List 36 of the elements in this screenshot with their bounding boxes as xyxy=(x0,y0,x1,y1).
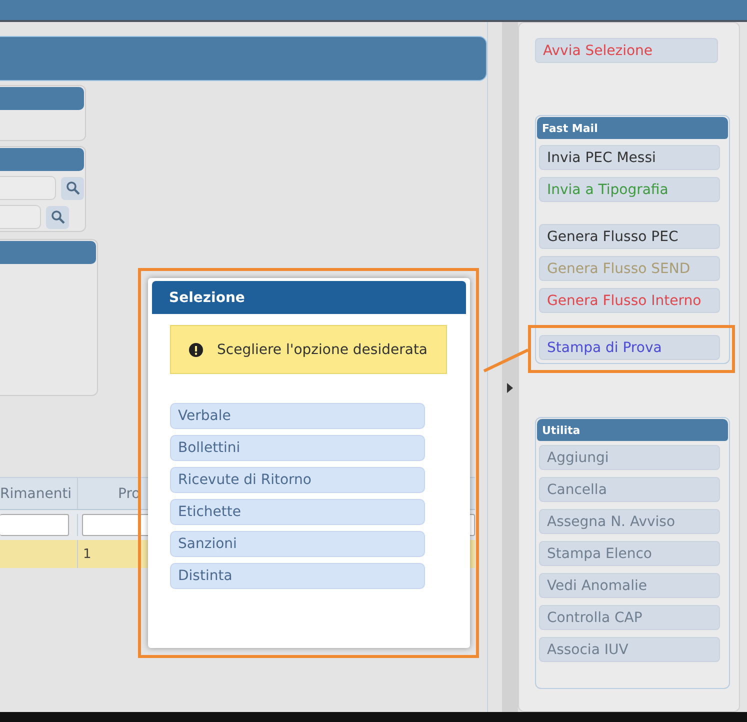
table-cell: 1 xyxy=(83,546,92,562)
option-button[interactable]: Sanzioni xyxy=(170,531,425,557)
group-title: Fast Mail xyxy=(537,117,728,139)
search-button[interactable] xyxy=(61,176,84,200)
input-field[interactable] xyxy=(0,176,56,200)
action-button[interactable]: Invia a Tipografia xyxy=(539,177,720,202)
column-header[interactable]: Rimanenti xyxy=(0,478,78,509)
action-button[interactable]: Associa IUV xyxy=(539,637,720,662)
action-button[interactable]: Stampa Elenco xyxy=(539,541,720,566)
input-field[interactable] xyxy=(0,205,41,229)
action-button[interactable]: Genera Flusso PEC xyxy=(539,224,720,249)
option-button[interactable]: Bollettini xyxy=(170,435,425,461)
action-button[interactable]: Controlla CAP xyxy=(539,605,720,630)
option-button[interactable]: Ricevute di Ritorno xyxy=(170,467,425,493)
option-button[interactable]: Verbale xyxy=(170,403,425,429)
group-title: Utilita xyxy=(537,419,728,441)
alert-icon xyxy=(189,342,203,356)
filter-field[interactable] xyxy=(0,514,69,536)
leader-line xyxy=(483,348,529,372)
search-icon xyxy=(66,181,80,195)
action-button[interactable]: Invia PEC Messi xyxy=(539,145,720,170)
search-icon xyxy=(50,210,64,224)
dialog-title: Selezione xyxy=(152,281,466,314)
action-button[interactable]: Cancella xyxy=(539,477,720,502)
action-button[interactable]: Genera Flusso SEND xyxy=(539,256,720,281)
action-button[interactable]: Aggiungi xyxy=(539,445,720,470)
action-button[interactable]: Vedi Anomalie xyxy=(539,573,720,598)
action-button[interactable]: Assegna N. Avviso xyxy=(539,509,720,534)
option-button[interactable]: Etichette xyxy=(170,499,425,525)
action-button[interactable]: Genera Flusso Interno xyxy=(539,288,720,313)
search-button[interactable] xyxy=(46,206,69,228)
action-button[interactable]: Avvia Selezione xyxy=(535,38,718,63)
action-button[interactable]: Stampa di Prova xyxy=(539,335,720,360)
option-button[interactable]: Distinta xyxy=(170,563,425,589)
notice-text: Scegliere l'opzione desiderata xyxy=(217,342,428,358)
expand-arrow-icon[interactable] xyxy=(507,383,513,393)
